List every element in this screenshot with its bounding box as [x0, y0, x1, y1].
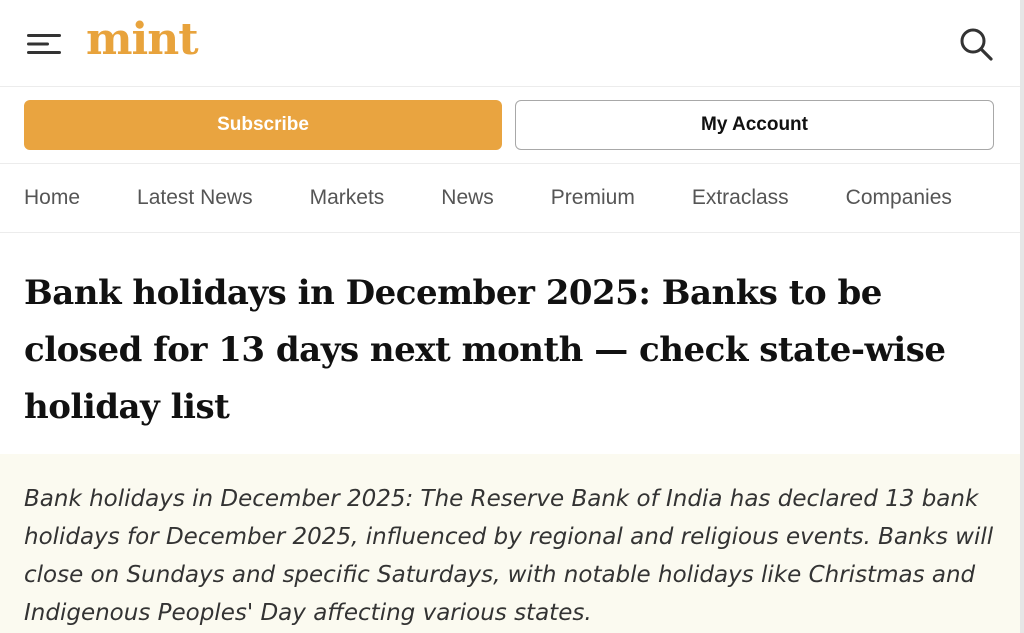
my-account-button[interactable]: My Account: [515, 100, 994, 150]
page: mint Subscribe My Account Home Latest Ne…: [0, 0, 1020, 633]
search-icon[interactable]: [958, 26, 994, 62]
nav-item-home[interactable]: Home: [24, 186, 80, 210]
mint-logo[interactable]: mint: [86, 14, 199, 65]
account-actions-bar: Subscribe My Account: [0, 87, 1020, 164]
site-header: mint: [0, 0, 1020, 87]
hamburger-menu-icon[interactable]: [27, 33, 61, 55]
nav-item-news[interactable]: News: [441, 186, 494, 210]
nav-item-companies[interactable]: Companies: [846, 186, 952, 210]
article-headline: Bank holidays in December 2025: Banks to…: [24, 273, 946, 427]
nav-item-premium[interactable]: Premium: [551, 186, 635, 210]
nav-item-markets[interactable]: Markets: [310, 186, 385, 210]
subscribe-button[interactable]: Subscribe: [24, 100, 502, 150]
article-summary: Bank holidays in December 2025: The Rese…: [0, 454, 1020, 633]
primary-nav: Home Latest News Markets News Premium Ex…: [0, 164, 1020, 233]
nav-item-extraclass[interactable]: Extraclass: [692, 186, 789, 210]
vertical-scrollbar[interactable]: [1020, 0, 1024, 633]
nav-item-latest-news[interactable]: Latest News: [137, 186, 253, 210]
